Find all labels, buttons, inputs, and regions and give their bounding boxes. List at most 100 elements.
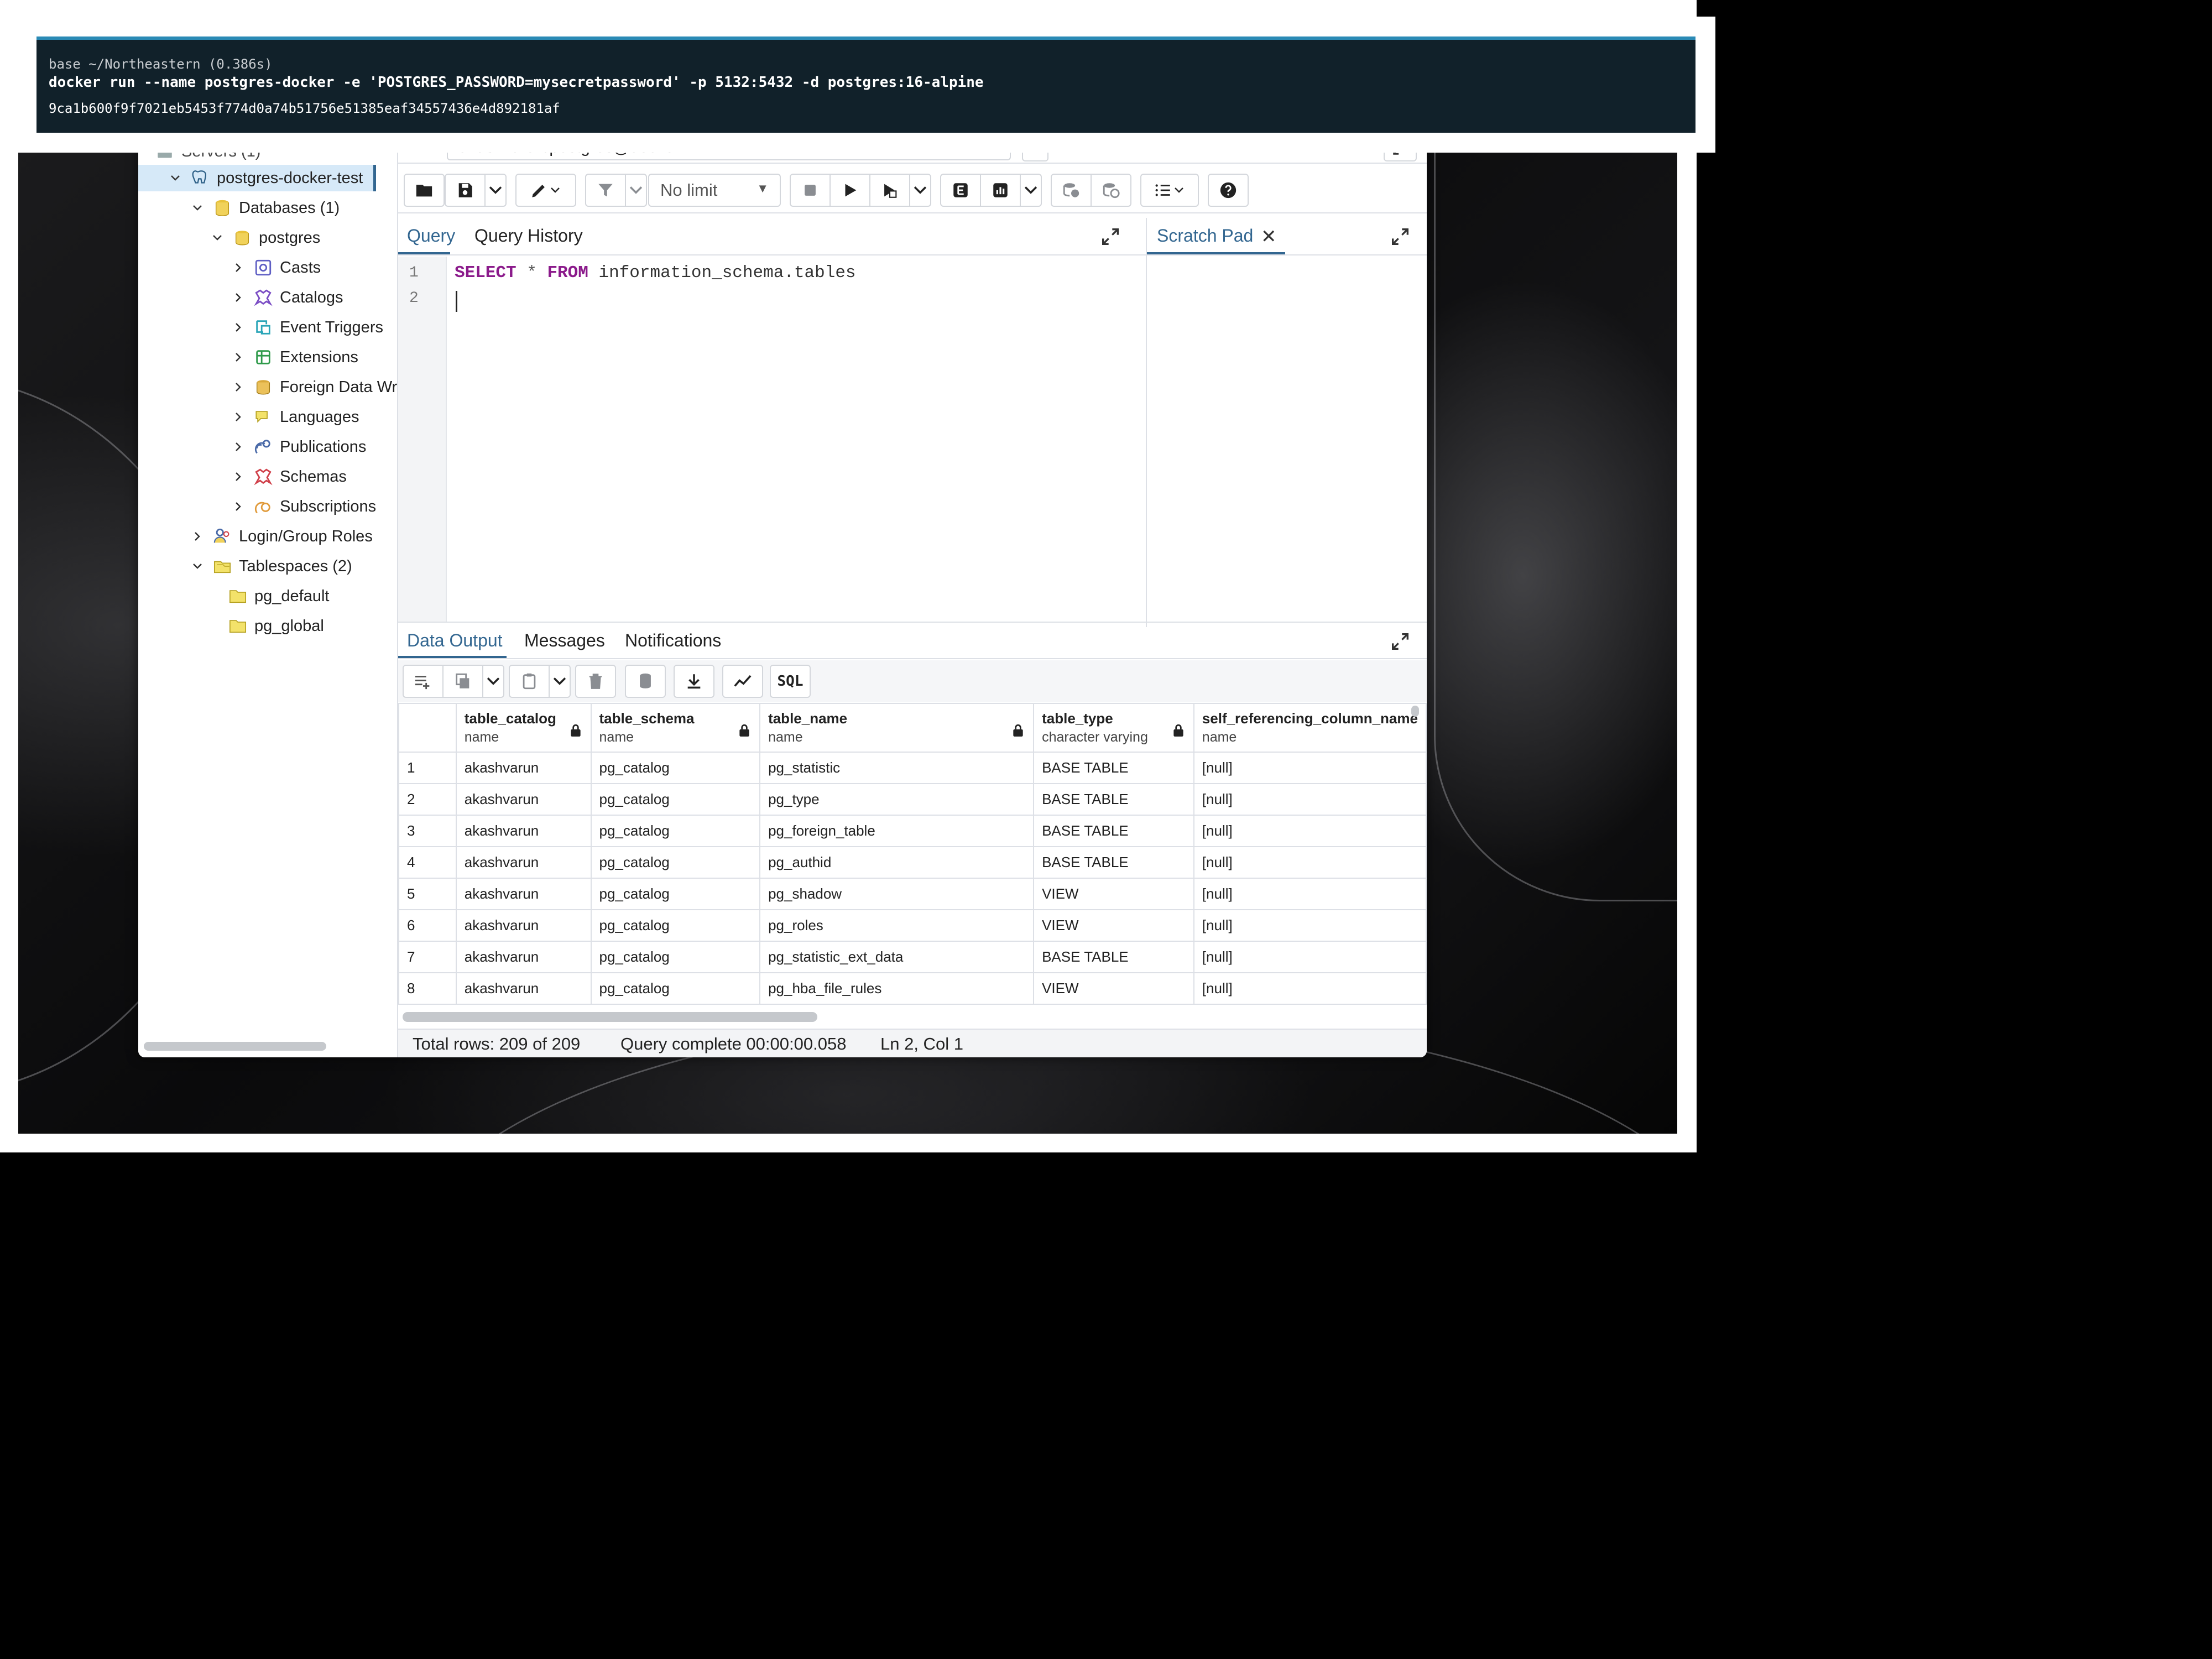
sql-button[interactable]: SQL xyxy=(770,665,811,698)
table-cell[interactable]: pg_statistic xyxy=(759,752,1035,784)
table-cell[interactable]: pg_catalog xyxy=(590,941,761,973)
commit-button[interactable] xyxy=(1051,174,1092,207)
table-cell[interactable]: [null] xyxy=(1193,909,1427,942)
tree-item-tablespaces[interactable]: Tablespaces (2) xyxy=(189,553,352,580)
table-cell[interactable]: BASE TABLE xyxy=(1033,846,1194,879)
table-cell[interactable]: VIEW xyxy=(1033,972,1194,1005)
tab-data-output[interactable]: Data Output xyxy=(407,630,503,651)
chevron-right-icon[interactable] xyxy=(230,379,247,395)
tree-item-pg-global[interactable]: pg_global xyxy=(228,613,324,639)
chevron-right-icon[interactable] xyxy=(230,439,247,455)
row-limit-select[interactable]: No limit ▼ xyxy=(648,174,781,207)
expand-output-icon[interactable] xyxy=(1389,630,1411,653)
table-cell[interactable]: BASE TABLE xyxy=(1033,815,1194,847)
table-cell[interactable]: pg_catalog xyxy=(590,878,761,910)
terminal-command[interactable]: docker run --name postgres-docker -e 'PO… xyxy=(49,74,984,91)
add-row-button[interactable] xyxy=(403,665,444,698)
help-button[interactable] xyxy=(1208,174,1249,207)
row-number[interactable]: 6 xyxy=(398,909,457,942)
grid-horizontal-scrollbar[interactable] xyxy=(403,1012,817,1022)
delete-button[interactable] xyxy=(575,665,616,698)
tree-item-languages[interactable]: Languages xyxy=(230,404,359,430)
row-number[interactable]: 1 xyxy=(398,752,457,784)
table-cell[interactable]: pg_catalog xyxy=(590,846,761,879)
chevron-down-icon[interactable] xyxy=(189,200,206,216)
table-cell[interactable]: [null] xyxy=(1193,878,1427,910)
filter-options-dropdown[interactable] xyxy=(625,174,647,207)
table-cell[interactable]: pg_foreign_table xyxy=(759,815,1035,847)
table-row[interactable]: 7 akashvarun pg_catalog pg_statistic_ext_da… xyxy=(398,941,1427,973)
table-cell[interactable]: akashvarun xyxy=(455,783,592,816)
tab-notifications[interactable]: Notifications xyxy=(625,630,721,651)
table-cell[interactable]: BASE TABLE xyxy=(1033,941,1194,973)
save-options-dropdown[interactable] xyxy=(484,174,507,207)
table-cell[interactable]: VIEW xyxy=(1033,878,1194,910)
table-cell[interactable]: pg_catalog xyxy=(590,783,761,816)
paste-options-dropdown[interactable] xyxy=(549,665,571,698)
graph-visualiser-button[interactable] xyxy=(722,665,763,698)
row-number[interactable]: 7 xyxy=(398,941,457,973)
macros-button[interactable] xyxy=(1140,174,1199,207)
tree-item-catalogs[interactable]: Catalogs xyxy=(230,284,343,311)
chevron-down-icon[interactable] xyxy=(209,229,226,246)
table-cell[interactable]: pg_authid xyxy=(759,846,1035,879)
chevron-right-icon[interactable] xyxy=(230,319,247,336)
table-cell[interactable]: akashvarun xyxy=(455,878,592,910)
scratch-pad-area[interactable] xyxy=(1147,257,1427,622)
explain-analyze-button[interactable] xyxy=(980,174,1021,207)
tree-item-event-triggers[interactable]: Event Triggers xyxy=(230,314,383,341)
copy-button[interactable] xyxy=(442,665,483,698)
table-cell[interactable]: pg_shadow xyxy=(759,878,1035,910)
tree-item-publications[interactable]: Publications xyxy=(230,434,366,460)
tab-query-history[interactable]: Query History xyxy=(474,226,583,246)
table-cell[interactable]: [null] xyxy=(1193,846,1427,879)
execute-options-dropdown[interactable] xyxy=(909,174,931,207)
table-cell[interactable]: pg_hba_file_rules xyxy=(759,972,1035,1005)
close-icon[interactable]: ✕ xyxy=(1261,226,1277,248)
column-header[interactable]: table_type character varying xyxy=(1033,703,1194,753)
download-button[interactable] xyxy=(674,665,714,698)
chevron-right-icon[interactable] xyxy=(189,528,206,545)
tree-item-subscriptions[interactable]: Subscriptions xyxy=(230,493,376,520)
chevron-right-icon[interactable] xyxy=(230,498,247,515)
chevron-down-icon[interactable] xyxy=(167,170,184,186)
tree-item-foreign-data-wrappers[interactable]: Foreign Data Wr xyxy=(230,374,397,400)
column-header[interactable]: table_schema name xyxy=(590,703,761,753)
table-cell[interactable]: [null] xyxy=(1193,752,1427,784)
table-cell[interactable]: [null] xyxy=(1193,815,1427,847)
tree-item-casts[interactable]: Casts xyxy=(230,254,321,281)
table-cell[interactable]: pg_roles xyxy=(759,909,1035,942)
table-cell[interactable]: pg_statistic_ext_data xyxy=(759,941,1035,973)
column-header[interactable]: table_name name xyxy=(759,703,1035,753)
table-cell[interactable]: VIEW xyxy=(1033,909,1194,942)
row-number[interactable]: 2 xyxy=(398,783,457,816)
table-row[interactable]: 2 akashvarun pg_catalog pg_type BASE TABLE [n… xyxy=(398,783,1427,816)
column-header[interactable]: table_catalog name xyxy=(455,703,592,753)
tree-item-login-roles[interactable]: Login/Group Roles xyxy=(189,523,373,550)
save-data-button[interactable] xyxy=(625,665,666,698)
table-cell[interactable]: [null] xyxy=(1193,941,1427,973)
table-cell[interactable]: akashvarun xyxy=(455,846,592,879)
row-number[interactable]: 8 xyxy=(398,972,457,1005)
tree-item-databases[interactable]: Databases (1) xyxy=(189,195,340,221)
save-file-button[interactable] xyxy=(445,174,486,207)
sql-editor[interactable]: 1 2 SELECT * FROM information_schema.tab… xyxy=(398,257,1146,622)
tab-query[interactable]: Query xyxy=(407,226,455,246)
table-row[interactable]: 4 akashvarun pg_catalog pg_authid BASE TABLE… xyxy=(398,846,1427,879)
table-row[interactable]: 6 akashvarun pg_catalog pg_roles VIEW [null] xyxy=(398,909,1427,942)
chevron-right-icon[interactable] xyxy=(230,259,247,276)
chevron-right-icon[interactable] xyxy=(230,349,247,366)
table-row[interactable]: 3 akashvarun pg_catalog pg_foreign_table BAS… xyxy=(398,815,1427,847)
row-number[interactable]: 5 xyxy=(398,878,457,910)
tab-messages[interactable]: Messages xyxy=(524,630,605,651)
filter-button[interactable] xyxy=(585,174,626,207)
tree-horizontal-scrollbar[interactable] xyxy=(144,1042,326,1051)
chevron-right-icon[interactable] xyxy=(230,289,247,306)
table-cell[interactable]: pg_catalog xyxy=(590,909,761,942)
column-header[interactable]: self_referencing_column_name name xyxy=(1193,703,1427,753)
stop-button[interactable] xyxy=(790,174,831,207)
grid-vertical-scrollbar[interactable] xyxy=(1411,706,1419,717)
tab-scratch-pad[interactable]: Scratch Pad xyxy=(1157,226,1253,246)
expand-query-icon[interactable] xyxy=(1099,226,1121,248)
explain-options-dropdown[interactable] xyxy=(1020,174,1042,207)
